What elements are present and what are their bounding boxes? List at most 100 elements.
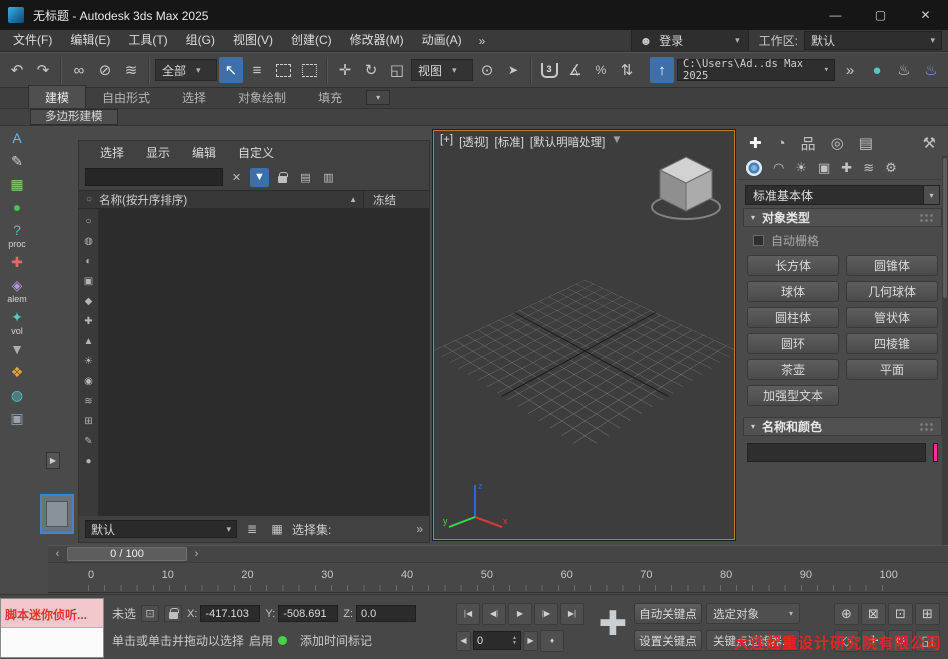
menu-file[interactable]: 文件(F)	[4, 30, 61, 51]
isolate-selection-icon[interactable]: ⊡	[141, 605, 159, 622]
select-object-button[interactable]: ↖	[219, 57, 243, 83]
rectangular-region-button[interactable]	[271, 57, 295, 83]
viewport-standard-menu[interactable]: [标准]	[495, 134, 524, 150]
display-tab-icon[interactable]: ▤	[859, 134, 873, 152]
left-toolbar-item-6[interactable]: ✚	[4, 252, 31, 272]
explorer-search-input[interactable]	[85, 168, 223, 186]
ribbon-tab-freeform[interactable]: 自由形式	[86, 86, 166, 108]
use-center-button[interactable]: ⊙	[475, 57, 499, 83]
filter-funnel-icon[interactable]: ▼	[250, 168, 269, 187]
plane-button[interactable]: 平面	[846, 359, 938, 380]
x-coordinate-field[interactable]: -417.103	[200, 605, 260, 622]
geometry-category-icon[interactable]	[746, 160, 762, 176]
add-time-tag[interactable]: 添加时间标记	[300, 632, 372, 649]
move-button[interactable]: ✛	[333, 57, 357, 83]
explorer-object-list[interactable]	[99, 209, 429, 516]
viewport-layout-tab[interactable]	[40, 494, 74, 534]
display-filter-icon[interactable]: ◐	[80, 252, 97, 271]
set-key-button[interactable]: 设置关键点	[634, 630, 702, 651]
rotate-button[interactable]: ↻	[359, 57, 383, 83]
menu-modifiers[interactable]: 修改器(M)	[341, 30, 413, 51]
autogrid-checkbox[interactable]	[753, 235, 764, 246]
textplus-button[interactable]: 加强型文本	[747, 385, 839, 406]
layers-icon[interactable]: ≣	[242, 519, 262, 539]
step-forward-button[interactable]: ▶	[523, 631, 538, 651]
menu-group[interactable]: 组(G)	[177, 30, 224, 51]
left-toolbar-item-3[interactable]: ▦	[4, 174, 31, 194]
zoom-extents-icon[interactable]: ⊡	[888, 603, 913, 625]
render-button[interactable]: ♨	[919, 57, 943, 83]
explorer-toggle-icon[interactable]: ▦	[267, 519, 287, 539]
display-filter-icon[interactable]: ◉	[80, 372, 97, 391]
minimize-button[interactable]: —	[813, 0, 858, 30]
per-view-filter-icon[interactable]: ▼	[611, 134, 622, 150]
spinner-down-icon[interactable]: ▼	[512, 641, 517, 646]
close-button[interactable]: ✕	[903, 0, 948, 30]
explorer-panel-icon-2[interactable]: ▥	[319, 168, 338, 187]
lock-icon[interactable]	[273, 168, 292, 187]
lights-category-icon[interactable]: ☀	[795, 160, 807, 176]
menu-edit[interactable]: 编辑(E)	[61, 30, 119, 51]
cameras-category-icon[interactable]: ▣	[818, 160, 830, 176]
y-coordinate-field[interactable]: -508.691	[278, 605, 338, 622]
sphere-button[interactable]: 球体	[747, 281, 839, 302]
display-filter-icon[interactable]: ⊞	[80, 412, 97, 431]
primitive-category-dropdown[interactable]: 标准基本体 ▾	[745, 185, 940, 205]
zoom-extents-all-icon[interactable]: ⊞	[915, 603, 940, 625]
box-button[interactable]: 长方体	[747, 255, 839, 276]
name-column-header[interactable]: 名称(按升序排序) ▲	[99, 192, 363, 208]
display-filter-icon[interactable]: ☀	[80, 352, 97, 371]
menu-tools[interactable]: 工具(T)	[119, 30, 176, 51]
geosphere-button[interactable]: 几何球体	[846, 281, 938, 302]
create-tab-icon[interactable]: ✚	[749, 134, 762, 152]
toolbar-overflow-chevron[interactable]: »	[838, 57, 862, 83]
zoom-all-icon[interactable]: ⊠	[861, 603, 886, 625]
cone-button[interactable]: 圆锥体	[846, 255, 938, 276]
motion-tab-icon[interactable]: ◎	[831, 134, 844, 152]
left-toolbar-item-10[interactable]: ❖	[4, 362, 31, 382]
previous-frame-arrow[interactable]: ‹	[51, 547, 64, 561]
display-filter-icon[interactable]: ●	[80, 452, 97, 471]
left-toolbar-item-8[interactable]: ✦vol	[4, 307, 31, 336]
bind-to-spacewarp-button[interactable]: ≋	[119, 57, 143, 83]
menu-views[interactable]: 视图(V)	[224, 30, 282, 51]
go-to-end-button[interactable]: ▶|	[560, 603, 584, 625]
previous-frame-button[interactable]: ◀|	[482, 603, 506, 625]
perspective-viewport[interactable]: [+] [透视] [标准] [默认明暗处理] ▼ z x y	[433, 130, 735, 540]
teapot-button[interactable]: 茶壶	[747, 359, 839, 380]
snap-toggle-button[interactable]: 3	[537, 57, 561, 83]
helpers-category-icon[interactable]: ✚	[841, 160, 852, 176]
shapes-category-icon[interactable]: ◠	[773, 160, 784, 176]
object-type-rollout-header[interactable]: ▾ 对象类型	[743, 208, 942, 227]
display-filter-icon[interactable]: ✎	[80, 432, 97, 451]
project-path-dropdown[interactable]: C:\Users\Ad..ds Max 2025 ▾	[677, 59, 835, 81]
left-toolbar-item-5[interactable]: ?proc	[4, 220, 31, 249]
left-toolbar-item-11[interactable]: ◍	[4, 385, 31, 405]
viewport-view-menu[interactable]: [透视]	[459, 134, 488, 150]
listener-script-pane[interactable]	[1, 628, 103, 657]
ribbon-tab-modeling[interactable]: 建模	[28, 85, 86, 108]
ribbon-subtab-polygon-modeling[interactable]: 多边形建模	[30, 109, 118, 125]
object-name-input[interactable]	[747, 443, 926, 462]
play-button[interactable]: ▶	[508, 603, 532, 625]
display-filter-icon[interactable]: ○	[80, 212, 97, 231]
selection-lock-icon[interactable]	[164, 605, 182, 622]
viewport-shading-menu[interactable]: [默认明暗处理]	[530, 134, 605, 150]
next-frame-button[interactable]: |▶	[534, 603, 558, 625]
explorer-menu-customize[interactable]: 自定义	[227, 144, 285, 161]
spinner-snap-button[interactable]: ⇅	[615, 57, 639, 83]
frozen-column-header[interactable]: 冻结	[363, 191, 429, 208]
left-toolbar-item-1[interactable]: A	[4, 128, 31, 148]
name-color-rollout-header[interactable]: ▾ 名称和颜色	[743, 417, 942, 436]
step-back-button[interactable]: ◀	[456, 631, 471, 651]
current-frame-field[interactable]: 0 ▲ ▼	[473, 631, 521, 650]
frame-spinner[interactable]: ▲ ▼	[512, 636, 517, 646]
left-toolbar-item-2[interactable]: ✎	[4, 151, 31, 171]
explorer-overflow-chevron[interactable]: »	[416, 522, 423, 536]
clear-search-icon[interactable]: ✕	[227, 168, 246, 187]
spacewarps-category-icon[interactable]: ≋	[863, 160, 874, 176]
maximize-button[interactable]: ▢	[858, 0, 903, 30]
cylinder-button[interactable]: 圆柱体	[747, 307, 839, 328]
utilities-tab-icon[interactable]: ⚒	[923, 134, 936, 152]
explorer-menu-edit[interactable]: 编辑	[181, 144, 227, 161]
